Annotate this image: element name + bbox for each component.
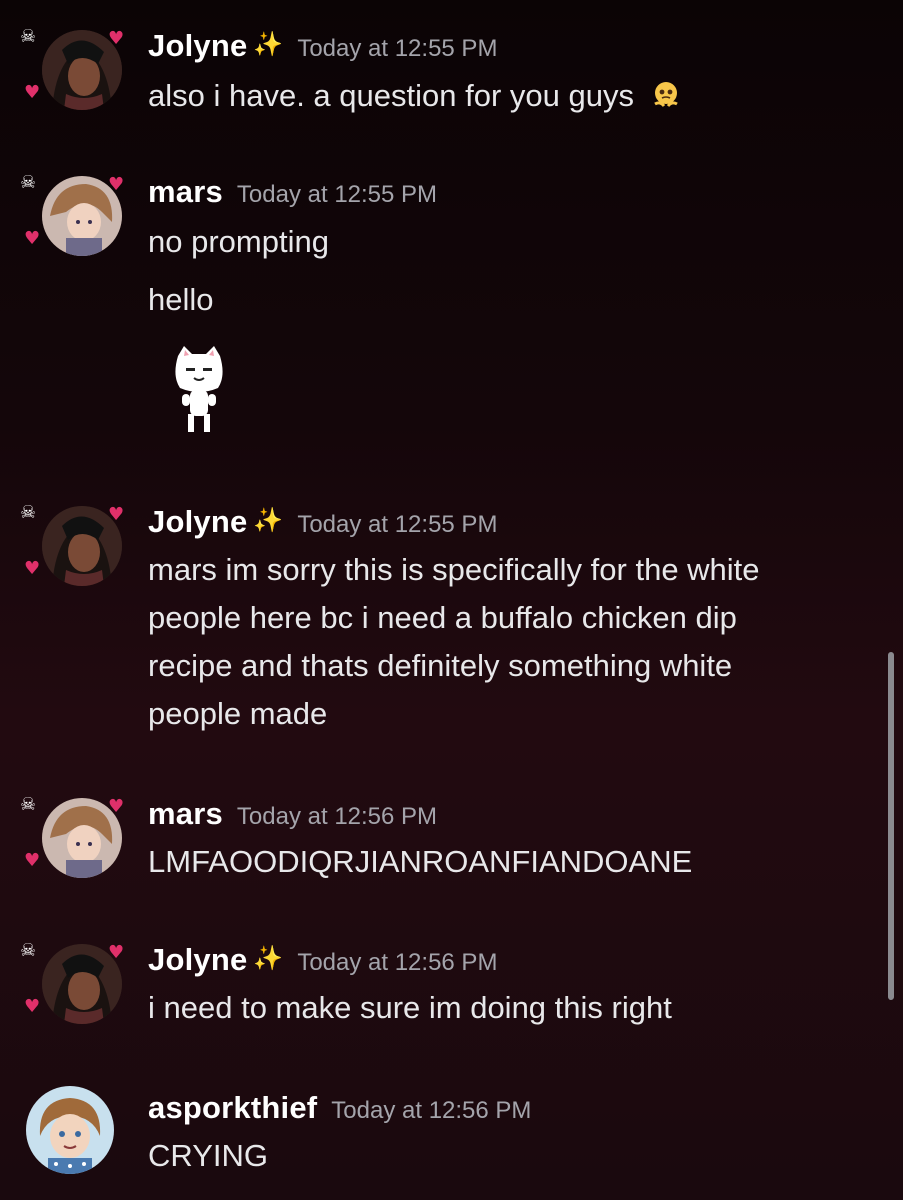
message-text: mars im sorry this is specifically for t… [148, 552, 760, 587]
timestamp: Today at 12:56 PM [236, 803, 438, 830]
mars-avatar-icon [42, 798, 122, 878]
toro-cat-sticker-icon[interactable] [172, 346, 226, 434]
heart-icon: ♥ [24, 850, 41, 871]
message-text: also i have. a question for you guys [148, 72, 868, 120]
avatar-decoration [20, 1086, 124, 1190]
chat-message-list: ☠ ♥ ♥ Jolyne ✨ Today at 12:55 PM also i ha… [0, 0, 903, 1200]
timestamp: Today at 12:55 PM [236, 181, 438, 208]
asporkthief-avatar-icon [26, 1086, 114, 1174]
avatar-decoration: ☠ ♥ ♥ [20, 938, 124, 1042]
message-text: CRYING [148, 1138, 269, 1173]
message-text: no prompting [148, 224, 329, 259]
timestamp: Today at 12:55 PM [297, 35, 498, 62]
username[interactable]: mars [148, 796, 223, 831]
avatar[interactable] [42, 506, 122, 586]
sparkles-icon: ✨ [253, 506, 284, 534]
message-header: Jolyne ✨ Today at 12:56 PM [148, 942, 497, 978]
heart-icon: ♥ [24, 996, 41, 1017]
jolyne-avatar-icon [42, 944, 122, 1024]
username[interactable]: Jolyne [148, 28, 247, 63]
avatar[interactable] [42, 944, 122, 1024]
username[interactable]: Jolyne [148, 942, 247, 977]
sparkles-icon: ✨ [253, 30, 284, 58]
avatar[interactable] [42, 30, 122, 110]
avatar-decoration: ☠ ♥ ♥ [20, 792, 124, 896]
message-text: i need to make sure im doing this right [148, 990, 672, 1025]
message-text-content: also i have. a question for you guys [148, 78, 634, 113]
message-header: Jolyne ✨ Today at 12:55 PM [148, 504, 497, 540]
skull-icon: ☠ [20, 794, 37, 815]
heart-icon: ♥ [24, 558, 41, 579]
sparkles-icon: ✨ [253, 944, 284, 972]
username[interactable]: Jolyne [148, 504, 247, 539]
timestamp: Today at 12:56 PM [297, 949, 498, 976]
message-text: people here bc i need a buffalo chicken … [148, 600, 737, 635]
avatar-decoration: ☠ ♥ ♥ [20, 24, 124, 128]
avatar-decoration: ☠ ♥ ♥ [20, 500, 124, 604]
message-header: mars Today at 12:55 PM [148, 174, 437, 210]
avatar[interactable] [42, 176, 122, 256]
jolyne-avatar-icon [42, 506, 122, 586]
jolyne-avatar-icon [42, 30, 122, 110]
timestamp: Today at 12:56 PM [331, 1097, 532, 1124]
mars-avatar-icon [42, 176, 122, 256]
message-text: hello [148, 282, 214, 317]
skull-icon: ☠ [20, 502, 37, 523]
message-header: asporkthief Today at 12:56 PM [148, 1090, 531, 1126]
message-header: Jolyne ✨ Today at 12:55 PM [148, 28, 497, 64]
avatar[interactable] [42, 798, 122, 878]
scrollbar[interactable] [888, 652, 894, 1000]
avatar[interactable] [26, 1086, 114, 1174]
username[interactable]: mars [148, 174, 223, 209]
skull-icon: ☠ [20, 940, 37, 961]
username[interactable]: asporkthief [148, 1090, 317, 1125]
heart-icon: ♥ [24, 228, 41, 249]
message-text: LMFAOODIQRJIANROANFIANDOANE [148, 844, 693, 879]
pleading-face-emoji-icon [653, 82, 678, 107]
message-header: mars Today at 12:56 PM [148, 796, 437, 832]
timestamp: Today at 12:55 PM [297, 511, 498, 538]
skull-icon: ☠ [20, 172, 37, 193]
message-text: recipe and thats definitely something wh… [148, 648, 733, 683]
skull-icon: ☠ [20, 26, 37, 47]
message-text: people made [148, 696, 328, 731]
heart-icon: ♥ [24, 82, 41, 103]
avatar-decoration: ☠ ♥ ♥ [20, 170, 124, 274]
